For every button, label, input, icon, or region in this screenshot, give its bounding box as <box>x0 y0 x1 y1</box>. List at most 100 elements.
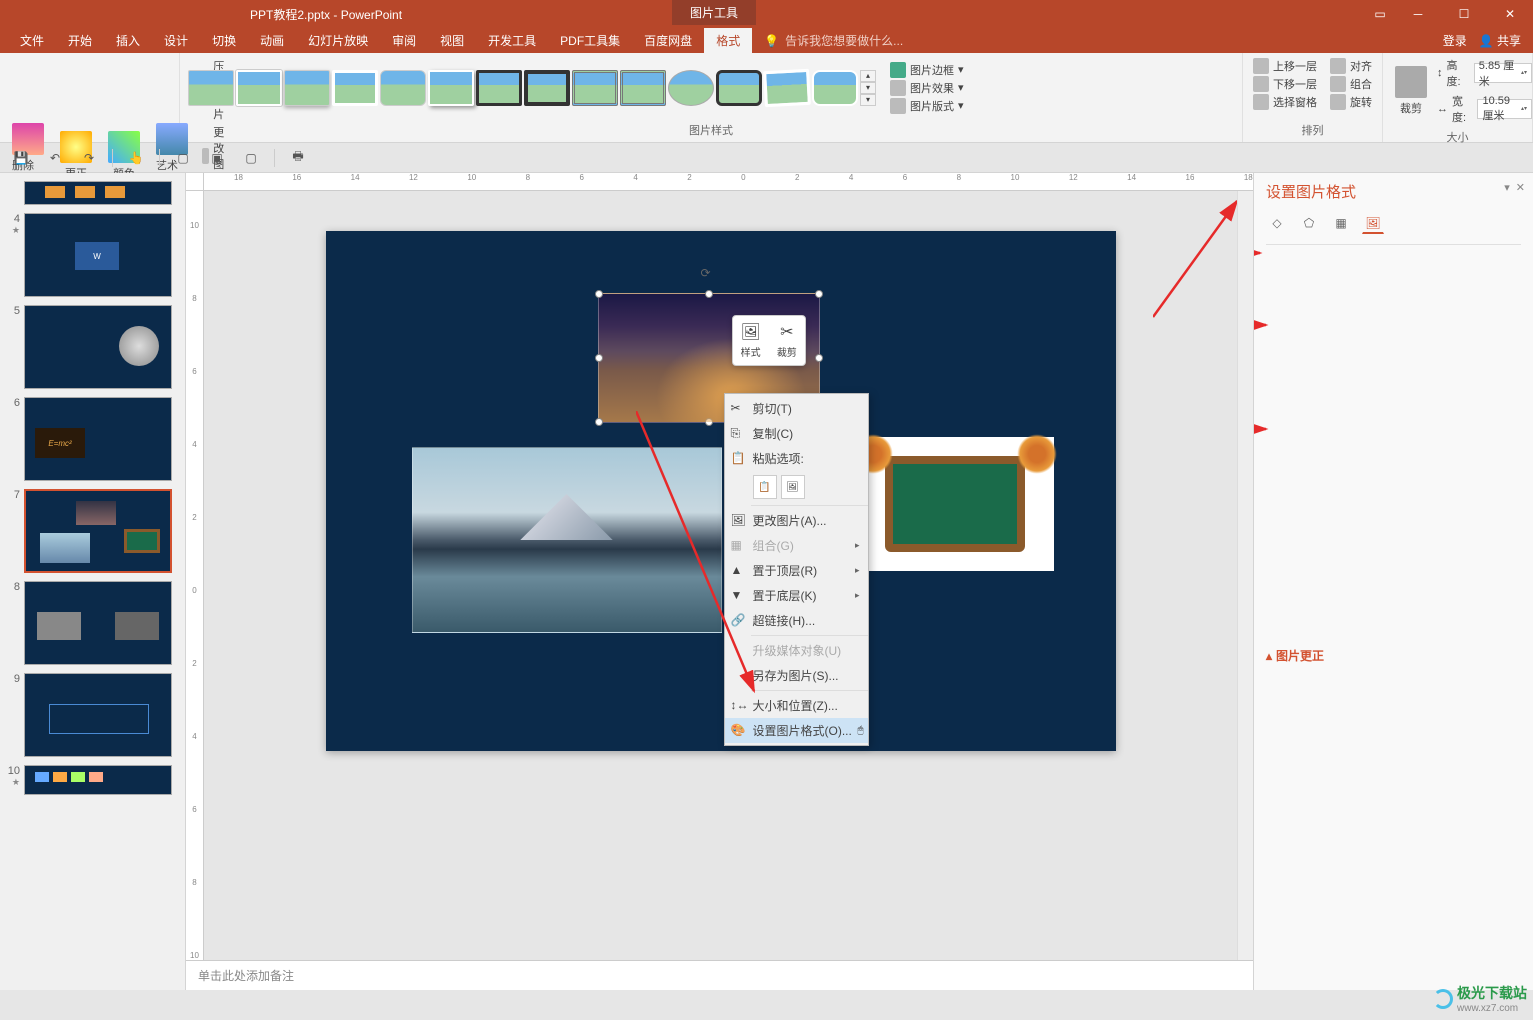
cm-copy[interactable]: ⎘复制(C) <box>725 421 868 446</box>
align-button[interactable]: 对齐 <box>1326 57 1376 75</box>
ribbon-display-options[interactable]: ▭ <box>1365 0 1395 28</box>
gallery-up[interactable]: ▴ <box>860 70 876 82</box>
notes-pane[interactable]: 单击此处添加备注 <box>186 960 1253 990</box>
slide-canvas[interactable]: ⟳ 🖼样式 ✂裁剪 <box>204 191 1237 960</box>
picture-layout-button[interactable]: 图片版式 ▾ <box>886 97 968 115</box>
tab-transitions[interactable]: 切换 <box>200 28 248 53</box>
cm-save-as-picture[interactable]: 另存为图片(S)... <box>725 663 868 688</box>
tab-home[interactable]: 开始 <box>56 28 104 53</box>
resize-handle[interactable] <box>705 418 713 426</box>
picture-tab[interactable]: 🖼 <box>1362 212 1384 234</box>
slide-thumbnail[interactable]: 9 <box>0 669 185 761</box>
cm-send-back[interactable]: ▼置于底层(K)▸ <box>725 583 868 608</box>
resize-handle[interactable] <box>595 354 603 362</box>
image-mountain[interactable] <box>412 447 722 633</box>
tab-baidu[interactable]: 百度网盘 <box>632 28 704 53</box>
style-thumb[interactable] <box>188 70 234 106</box>
style-thumb[interactable] <box>332 70 378 106</box>
start-from-beginning-button[interactable]: ▢ <box>172 147 194 169</box>
tab-design[interactable]: 设计 <box>152 28 200 53</box>
resize-handle[interactable] <box>595 418 603 426</box>
maximize-button[interactable]: ☐ <box>1441 0 1487 28</box>
resize-handle[interactable] <box>595 290 603 298</box>
style-thumb[interactable] <box>572 70 618 106</box>
tab-review[interactable]: 审阅 <box>380 28 428 53</box>
paste-option-1[interactable]: 📋 <box>753 475 777 499</box>
slide-thumbnail[interactable]: 4★ W <box>0 209 185 301</box>
slideshow-button[interactable]: ▢ <box>240 147 262 169</box>
close-button[interactable]: ✕ <box>1487 0 1533 28</box>
style-thumb[interactable] <box>620 70 666 106</box>
tab-pdf[interactable]: PDF工具集 <box>548 28 632 53</box>
tab-view[interactable]: 视图 <box>428 28 476 53</box>
slide-thumbnail[interactable]: 7 <box>0 485 185 577</box>
save-button[interactable]: 💾 <box>10 147 32 169</box>
style-thumb[interactable] <box>428 70 474 106</box>
cm-bring-front[interactable]: ▲置于顶层(R)▸ <box>725 558 868 583</box>
slide-thumbnail[interactable] <box>0 177 185 209</box>
tab-animations[interactable]: 动画 <box>248 28 296 53</box>
minimize-button[interactable]: － <box>1395 0 1441 28</box>
style-thumb[interactable] <box>476 70 522 106</box>
panel-options[interactable]: ▾ <box>1504 181 1510 194</box>
tab-insert[interactable]: 插入 <box>104 28 152 53</box>
group-button[interactable]: 组合 <box>1326 75 1376 93</box>
slide-thumbnail-panel[interactable]: 4★ W 5 6 E=mc² 7 8 9 <box>0 173 186 990</box>
slide-thumbnail[interactable]: 10★ <box>0 761 185 799</box>
panel-close[interactable]: ✕ <box>1516 181 1525 194</box>
share-button[interactable]: 👤 共享 <box>1479 32 1521 49</box>
tab-slideshow[interactable]: 幻灯片放映 <box>296 28 380 53</box>
picture-corrections-section[interactable]: ▴图片更正 <box>1266 245 1521 990</box>
resize-handle[interactable] <box>815 290 823 298</box>
height-input[interactable]: 5.85 厘米▴▾ <box>1474 63 1532 83</box>
style-thumb[interactable] <box>380 70 426 106</box>
send-backward-button[interactable]: 下移一层 <box>1249 75 1326 93</box>
touch-mode-button[interactable]: 👆 <box>125 147 147 169</box>
slide-thumbnail[interactable]: 8 <box>0 577 185 669</box>
bring-forward-button[interactable]: 上移一层 <box>1249 57 1326 75</box>
crop-button[interactable]: 裁剪 <box>1389 64 1433 118</box>
picture-styles-gallery[interactable]: ▴ ▾ ▾ <box>186 68 878 108</box>
effects-tab[interactable]: ⬠ <box>1298 212 1320 234</box>
picture-border-button[interactable]: 图片边框 ▾ <box>886 61 968 79</box>
style-thumb[interactable] <box>236 70 282 106</box>
slide-thumbnail[interactable]: 5 <box>0 301 185 393</box>
slide-thumbnail[interactable]: 6 E=mc² <box>0 393 185 485</box>
undo-button[interactable]: ↶ <box>44 147 66 169</box>
style-thumb[interactable] <box>763 68 811 106</box>
image-chalkboard[interactable] <box>856 437 1054 571</box>
size-properties-tab[interactable]: ▦ <box>1330 212 1352 234</box>
gallery-more[interactable]: ▾ <box>860 94 876 106</box>
picture-effects-button[interactable]: 图片效果 ▾ <box>886 79 968 97</box>
style-thumb[interactable] <box>812 70 858 106</box>
mini-style-button[interactable]: 🖼样式 <box>737 320 765 361</box>
cm-cut[interactable]: ✂剪切(T) <box>725 396 868 421</box>
style-thumb[interactable] <box>668 70 714 106</box>
resize-handle[interactable] <box>815 354 823 362</box>
resize-handle[interactable] <box>705 290 713 298</box>
tab-file[interactable]: 文件 <box>8 28 56 53</box>
rotate-button[interactable]: 旋转 <box>1326 93 1376 111</box>
style-thumb[interactable] <box>524 70 570 106</box>
redo-button[interactable]: ↷ <box>78 147 100 169</box>
style-thumb[interactable] <box>716 70 762 106</box>
tell-me-search[interactable]: 💡 告诉我您想要做什么... <box>752 28 1442 53</box>
presenter-view-button[interactable]: ▣ <box>206 147 228 169</box>
cm-format-picture[interactable]: 🎨设置图片格式(O)...🖱 <box>725 718 868 743</box>
cm-change-picture[interactable]: 🖼更改图片(A)... <box>725 508 868 533</box>
tab-developer[interactable]: 开发工具 <box>476 28 548 53</box>
style-thumb[interactable] <box>284 70 330 106</box>
print-button[interactable]: 🖶 <box>287 147 309 169</box>
cm-size-position[interactable]: ↕↔大小和位置(Z)... <box>725 693 868 718</box>
gallery-down[interactable]: ▾ <box>860 82 876 94</box>
selection-pane-button[interactable]: 选择窗格 <box>1249 93 1326 111</box>
slide[interactable]: ⟳ 🖼样式 ✂裁剪 <box>326 231 1116 751</box>
width-input[interactable]: 10.59 厘米▴▾ <box>1477 99 1532 119</box>
login-link[interactable]: 登录 <box>1443 32 1467 49</box>
cm-hyperlink[interactable]: 🔗超链接(H)... <box>725 608 868 633</box>
fill-line-tab[interactable]: ◇ <box>1266 212 1288 234</box>
tab-format[interactable]: 格式 <box>704 28 752 53</box>
mini-crop-button[interactable]: ✂裁剪 <box>773 320 801 361</box>
vertical-scrollbar[interactable] <box>1237 191 1253 960</box>
rotate-handle[interactable]: ⟳ <box>701 266 717 282</box>
